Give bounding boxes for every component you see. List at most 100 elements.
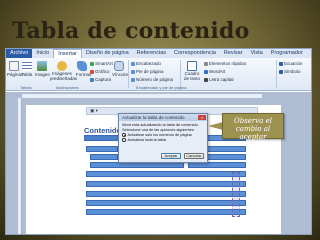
page-number-icon <box>131 77 135 82</box>
radio-icon[interactable] <box>122 138 126 142</box>
smartart-label: SmartArt <box>95 61 113 66</box>
vinculos-label: Vínculos <box>112 72 130 77</box>
toc-update-label: ▣ ▾ <box>90 108 98 114</box>
option-entire-table-label: Actualizar toda la tabla <box>127 137 166 142</box>
formas-button[interactable]: Formas <box>76 61 92 77</box>
ribbon-separator <box>180 60 181 88</box>
shapes-icon <box>77 61 87 71</box>
callout-note: Observa el cambio al aceptar <box>222 113 284 141</box>
ribbon-insertar: Páginas Tabla Imagen Imágenes prediseñad… <box>6 58 311 91</box>
letra-capital-button[interactable]: Letra capital <box>204 77 234 82</box>
group-encabezado: Encabezado y pie de página <box>136 85 187 90</box>
screenshot-icon <box>90 77 94 82</box>
radio-selected-icon[interactable] <box>122 133 126 137</box>
captura-label: Captura <box>95 77 112 82</box>
toc-entry[interactable] <box>90 154 118 160</box>
table-icon <box>22 61 32 71</box>
toc-entry[interactable] <box>86 200 246 206</box>
tab-referencias[interactable]: Referencias <box>133 49 170 58</box>
dialog-title: Actualizar la tabla de contenido <box>122 115 185 120</box>
equation-icon <box>279 61 283 66</box>
symbol-icon <box>279 69 283 74</box>
ecuacion-label: Ecuación <box>284 61 303 66</box>
numero-pagina-button[interactable]: Número de página <box>131 77 173 82</box>
toc-entry[interactable] <box>86 191 246 197</box>
smartart-button[interactable]: SmartArt <box>90 61 113 66</box>
picture-icon <box>37 61 47 71</box>
grafico-button[interactable]: Gráfico <box>90 69 110 74</box>
paginas-button[interactable]: Páginas <box>7 61 23 77</box>
simbolo-button[interactable]: Símbolo <box>279 69 301 74</box>
dialog-body: Word está actualizando la tabla de conte… <box>119 121 207 144</box>
toc-entry[interactable] <box>86 181 246 187</box>
tabla-label: Tabla <box>21 72 33 77</box>
ribbon-separator <box>128 60 129 88</box>
cuadro-texto-button[interactable]: Cuadro de texto <box>183 61 201 81</box>
ecuacion-button[interactable]: Ecuación <box>279 61 303 66</box>
toc-heading: Contenido <box>84 126 122 135</box>
ribbon-tabs: Archivo Inicio Insertar Diseño de página… <box>6 49 311 58</box>
formas-label: Formas <box>76 72 92 77</box>
close-icon[interactable]: x <box>198 115 206 120</box>
toc-entry[interactable] <box>86 209 246 215</box>
imagenes-predisenadas-button[interactable]: Imágenes prediseñadas <box>50 61 78 81</box>
encabezado-button[interactable]: Encabezado <box>131 61 161 66</box>
callout-pointer <box>208 122 223 130</box>
numero-pagina-label: Número de página <box>136 77 174 82</box>
group-ilustraciones: Ilustraciones <box>56 85 79 90</box>
toc-entry[interactable] <box>86 146 118 152</box>
tab-correspondencia[interactable]: Correspondencia <box>170 49 220 58</box>
imagen-button[interactable]: Imagen <box>35 61 51 77</box>
update-toc-dialog: Actualizar la tabla de contenido x Word … <box>118 113 208 163</box>
tab-vista[interactable]: Vista <box>247 49 267 58</box>
imagenes-predisenadas-label: Imágenes prediseñadas <box>50 71 78 81</box>
pie-pagina-label: Pie de página <box>136 69 164 74</box>
simbolo-label: Símbolo <box>284 69 301 74</box>
slide-title: Tabla de contenido <box>12 18 250 44</box>
dialog-titlebar: Actualizar la tabla de contenido x <box>119 114 207 121</box>
pages-icon <box>8 61 19 71</box>
clipart-icon <box>57 61 67 71</box>
tab-inicio[interactable]: Inicio <box>32 49 53 58</box>
tab-programador[interactable]: Programador <box>267 49 307 58</box>
encabezado-label: Encabezado <box>136 61 162 66</box>
horizontal-ruler <box>22 94 262 98</box>
tab-revisar[interactable]: Revisar <box>220 49 247 58</box>
tab-diseno-pagina[interactable]: Diseño de página <box>82 49 133 58</box>
accept-button[interactable]: Aceptar <box>161 153 181 159</box>
option-entire-table[interactable]: Actualizar toda la tabla <box>122 138 204 143</box>
chart-icon <box>90 69 94 74</box>
option-page-numbers-label: Actualizar sólo los números de página <box>127 132 192 137</box>
dropcap-icon <box>204 77 208 82</box>
smartart-icon <box>90 61 94 66</box>
ribbon-separator <box>276 60 277 88</box>
cuadro-texto-label: Cuadro de texto <box>183 71 200 81</box>
tab-insertar[interactable]: Insertar <box>53 49 82 58</box>
tab-archivo[interactable]: Archivo <box>6 49 33 58</box>
toc-entry[interactable] <box>86 171 246 177</box>
imagen-label: Imagen <box>35 72 51 77</box>
elementos-rapidos-label: Elementos rápidos <box>209 61 247 66</box>
vinculos-button[interactable]: Vínculos <box>112 61 130 77</box>
header-icon <box>131 61 135 66</box>
wordart-label: WordArt <box>209 69 226 74</box>
tabla-button[interactable]: Tabla <box>21 61 33 77</box>
textbox-icon <box>187 61 197 71</box>
group-tablas: Tablas <box>20 85 32 90</box>
link-icon <box>114 61 124 71</box>
dialog-message: Word está actualizando la tabla de conte… <box>122 123 199 132</box>
wordart-button[interactable]: WordArt <box>204 69 225 74</box>
option-page-numbers[interactable]: Actualizar sólo los números de página <box>122 133 204 138</box>
captura-button[interactable]: Captura <box>90 77 111 82</box>
vertical-ruler <box>18 98 22 234</box>
grafico-label: Gráfico <box>95 69 110 74</box>
elementos-rapidos-button[interactable]: Elementos rápidos <box>204 61 246 66</box>
footer-icon <box>131 69 135 74</box>
pie-pagina-button[interactable]: Pie de página <box>131 69 164 74</box>
page-number-selection <box>232 172 240 217</box>
wordart-icon <box>204 69 208 74</box>
cancel-button[interactable]: Cancelar <box>184 153 204 159</box>
quickparts-icon <box>204 61 208 66</box>
dialog-buttons: Aceptar Cancelar <box>161 153 204 159</box>
letra-capital-label: Letra capital <box>209 77 234 82</box>
